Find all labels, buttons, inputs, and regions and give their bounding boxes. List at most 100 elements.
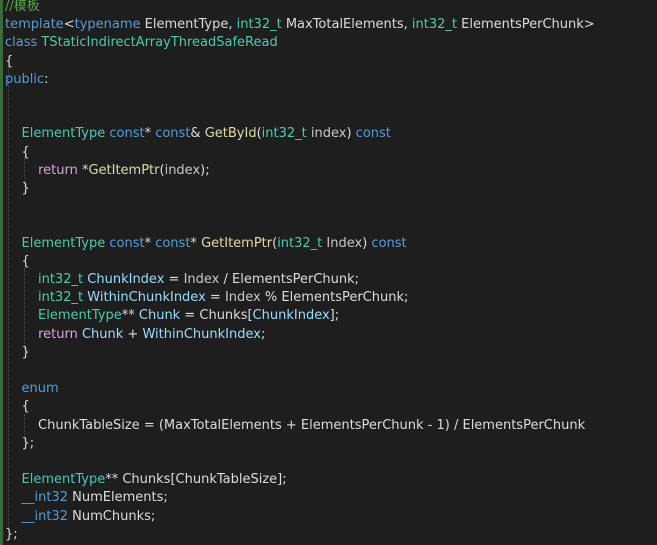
code-token: < [63,17,75,33]
code-token: MaxTotalElements, [281,17,412,33]
code-token: } [5,344,30,360]
code-token: WithinChunkIndex [142,326,261,342]
change-indicator-bar [0,0,3,545]
code-token: ElementType [5,126,106,142]
code-token: GetItemPtr [88,162,160,178]
code-token: int32_t [411,17,458,33]
code-token: const [355,126,391,142]
code-token: ChunkTableSize = (MaxTotalElements + Ele… [5,417,586,433]
code-token: { [5,144,30,160]
code-token: ChunkIndex [83,272,165,287]
code-line[interactable]: { [5,398,30,416]
code-token: Chunk [138,308,181,324]
code-line[interactable]: return *GetItemPtr(index); [5,162,210,180]
code-token: public [5,71,45,87]
code-token: const [155,235,191,251]
code-token: class [5,35,38,51]
code-token: * [144,126,156,142]
code-line[interactable]: template<typename ElementType, int32_t M… [5,16,595,34]
code-token: Index [322,235,363,251]
code-line[interactable]: int32_t WithinChunkIndex = Index % Eleme… [5,289,408,307]
code-token: ElementType, [140,17,237,33]
code-token: ElementType [5,308,122,324]
code-line[interactable]: class TStaticIndirectArrayThreadSafeRead [5,34,278,52]
code-token: typename [74,17,141,33]
code-token: WithinChunkIndex [83,290,206,306]
code-token: = [205,290,225,306]
code-line[interactable]: __int32 NumElements; [5,489,168,507]
code-token: ]; [329,308,340,324]
code-token: Chunk [81,326,124,342]
code-token: ElementType [5,235,106,251]
code-token: ** [121,308,139,324]
code-line[interactable]: //模板 [5,0,40,16]
code-token: }; [5,526,18,542]
code-token: * [144,235,156,251]
code-token: { [5,253,30,269]
code-token: int32_t [5,272,84,287]
code-token: ); [200,162,210,178]
code-token: } [5,181,30,196]
code-token: { [5,53,14,69]
code-token: { [5,399,30,415]
code-token: : [44,71,49,87]
code-token: ChunkIndex [252,308,330,324]
code-token: index [164,162,201,178]
code-token: int32_t [236,17,282,33]
code-line[interactable]: } [5,344,30,362]
code-token: template [5,17,64,33]
code-token: ) [346,126,356,142]
code-token: const [105,235,145,251]
code-line[interactable]: return Chunk + WithinChunkIndex; [5,326,265,344]
code-line[interactable]: ElementType const* const* GetItemPtr(int… [5,235,407,253]
code-token: Index [224,290,261,306]
code-token: ; [260,326,266,342]
code-token: //模板 [5,0,40,14]
code-line[interactable]: ChunkTableSize = (MaxTotalElements + Ele… [5,417,585,435]
code-token: enum [5,381,59,397]
code-token: NumChunks; [68,508,156,524]
code-token: % ElementsPerChunk; [260,290,409,306]
code-line[interactable]: } [5,180,30,198]
code-line[interactable]: { [5,253,30,271]
code-token: return [38,326,78,342]
code-token: ElementsPerChunk> [457,17,595,33]
code-token: }; [5,435,35,451]
code-line[interactable]: __int32 NumChunks; [5,508,156,526]
code-token: return [38,162,78,178]
code-line[interactable]: ElementType** Chunk = Chunks[ChunkIndex]… [5,307,339,325]
code-token: ** Chunks[ChunkTableSize]; [105,472,287,488]
code-line[interactable]: ElementType const* const& GetById(int32_… [5,125,391,143]
code-token: __int32 [5,508,69,524]
code-token: GetItemPtr [201,235,273,251]
code-token: index [306,126,347,142]
code-token: __int32 [5,490,69,506]
code-token: TStaticIndirectArrayThreadSafeRead [37,35,278,51]
code-line[interactable]: public: [5,71,49,89]
code-token: int32_t [277,235,323,251]
code-line[interactable]: }; [5,526,18,544]
code-line[interactable]: int32_t ChunkIndex = Index / ElementsPer… [5,271,359,289]
code-editor[interactable]: //模板 template<typename ElementType, int32… [0,0,657,545]
code-token: * [77,162,89,178]
code-token: NumElements; [68,490,168,506]
code-line[interactable]: enum [5,380,59,398]
code-token: int32_t [261,126,307,142]
code-token: Index [183,272,220,287]
code-line[interactable]: { [5,144,30,162]
code-token: const [105,126,145,142]
code-token: = Chunks[ [180,308,253,324]
code-token: GetById [204,126,257,142]
code-token: = [164,272,184,287]
code-token: ElementType [5,472,106,488]
code-line[interactable]: ElementType** Chunks[ChunkTableSize]; [5,471,287,489]
code-token: const [155,126,191,142]
code-token: const [371,235,407,251]
code-token: / ElementsPerChunk; [219,272,360,287]
code-token: + [123,326,143,342]
code-token: & [190,126,205,142]
code-line[interactable]: }; [5,435,35,453]
code-line[interactable]: { [5,53,13,71]
